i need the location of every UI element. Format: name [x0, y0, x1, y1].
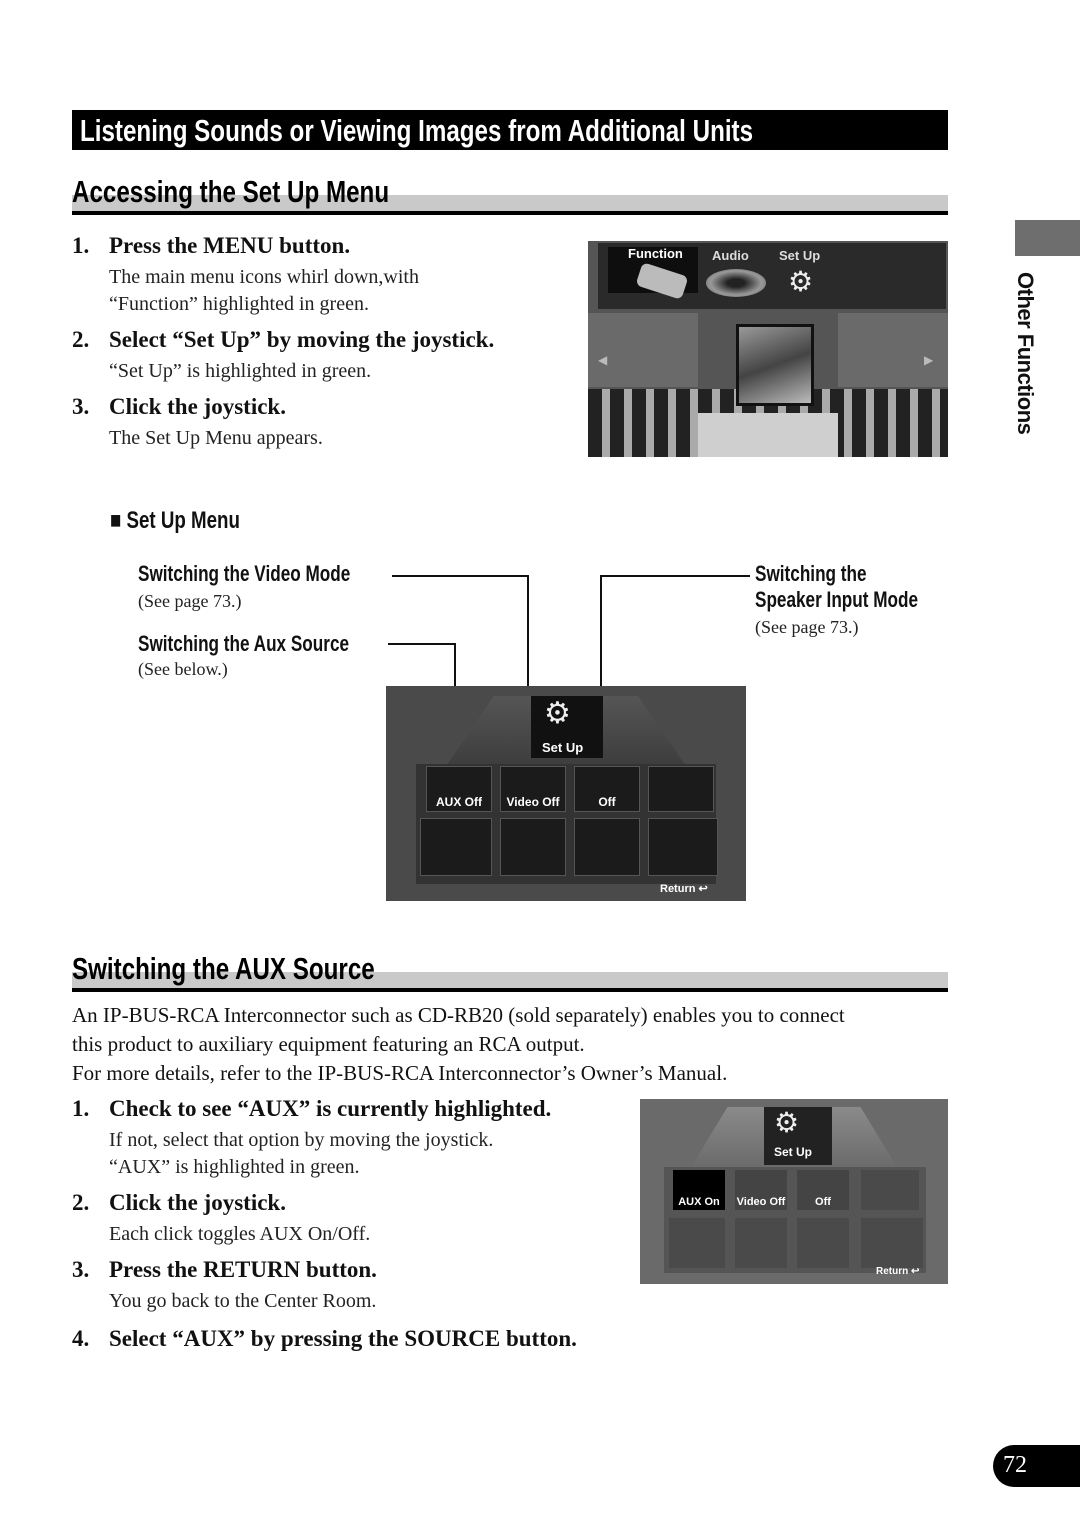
speaker-icon	[706, 269, 766, 297]
step-heading: 2. Click the joystick.	[72, 1190, 286, 1215]
subsection-heading: ■ Set Up Menu	[110, 507, 240, 534]
leader-line	[388, 643, 456, 645]
left-wall	[588, 313, 698, 387]
callout-video-ref[interactable]: (See page 73.)	[138, 589, 241, 613]
step-heading: 1. Press the MENU button.	[72, 233, 351, 258]
callout-speaker-title-1: Switching the	[755, 561, 867, 586]
step-text: “Function” highlighted in green.	[109, 293, 369, 315]
return-arrow-icon: ↩	[908, 1266, 920, 1277]
tile-aux-highlighted[interactable]: AUX On	[672, 1169, 726, 1211]
tile-empty	[796, 1217, 850, 1269]
callout-speaker-title-2: Speaker Input Mode	[755, 587, 919, 612]
setup-title: Set Up	[542, 740, 584, 755]
main-menu-screenshot: Function Audio Set Up ⚙ ◀ ▶	[588, 241, 948, 457]
setup-title: Set Up	[774, 1145, 813, 1159]
callout-aux-title: Switching the Aux Source	[138, 631, 350, 656]
tile-empty	[734, 1217, 788, 1269]
floor-center	[698, 413, 838, 457]
tile-empty	[648, 766, 714, 812]
tile-empty	[668, 1217, 726, 1269]
intro-line: this product to auxiliary equipment feat…	[72, 1032, 585, 1056]
step-text: You go back to the Center Room.	[109, 1290, 377, 1312]
menu-item-audio: Audio	[712, 248, 749, 263]
right-wall	[838, 313, 948, 387]
tile-empty	[500, 818, 566, 876]
arrow-right-icon: ▶	[924, 353, 934, 367]
aux-on-screenshot: ⚙ Set Up AUX On Video Off Off Return ↩	[640, 1099, 948, 1284]
step-heading: 1. Check to see “AUX” is currently highli…	[72, 1096, 552, 1121]
step-text: Each click toggles AUX On/Off.	[109, 1223, 371, 1245]
tile-empty	[648, 818, 718, 876]
tile-aux[interactable]: AUX Off	[426, 766, 492, 812]
gear-icon: ⚙	[788, 267, 814, 298]
step-text: The main menu icons whirl down,with	[109, 266, 419, 288]
return-label[interactable]: Return ↩	[876, 1266, 919, 1277]
tile-empty	[860, 1169, 920, 1211]
step-text: The Set Up Menu appears.	[109, 427, 323, 449]
step-heading: 3. Press the RETURN button.	[72, 1257, 377, 1282]
intro-paragraph: An IP-BUS-RCA Interconnector such as CD-…	[72, 1001, 845, 1088]
steps-setup: 1. Press the MENU button. The main menu i…	[72, 232, 494, 452]
square-bullet-icon: ■	[110, 507, 127, 534]
tile-grid: AUX On Video Off Off	[664, 1167, 926, 1273]
chapter-title: Listening Sounds or Viewing Images from …	[80, 113, 754, 148]
tile-empty	[860, 1217, 924, 1269]
tile-video[interactable]: Video Off	[734, 1169, 788, 1211]
return-arrow-icon: ↩	[695, 883, 708, 895]
section-rule	[72, 988, 948, 992]
section-rule	[72, 211, 948, 215]
gear-icon: ⚙	[774, 1108, 800, 1139]
step-text: “Set Up” is highlighted in green.	[109, 360, 372, 382]
return-label[interactable]: Return ↩	[660, 882, 708, 895]
menu-item-function: Function	[628, 246, 683, 261]
tile-empty	[420, 818, 492, 876]
step-heading: 2. Select “Set Up” by moving the joystick…	[72, 327, 495, 352]
preview-frame	[736, 324, 814, 406]
setup-menu-screenshot: ⚙ Set Up AUX Off Video Off Off Return ↩	[386, 686, 746, 901]
callout-speaker-ref[interactable]: (See page 73.)	[755, 615, 858, 639]
tile-video[interactable]: Video Off	[500, 766, 566, 812]
steps-aux: 1. Check to see “AUX” is currently highli…	[72, 1095, 577, 1353]
leader-line	[600, 575, 750, 577]
step-heading: 3. Click the joystick.	[72, 394, 286, 419]
tile-grid: AUX Off Video Off Off	[416, 764, 718, 884]
side-tab-label: Other Functions	[1013, 272, 1038, 435]
callout-video-title: Switching the Video Mode	[138, 561, 351, 586]
gear-icon: ⚙	[544, 697, 571, 730]
arrow-left-icon: ◀	[598, 353, 608, 367]
tile-speaker[interactable]: Off	[796, 1169, 850, 1211]
intro-line: For more details, refer to the IP-BUS-RC…	[72, 1061, 728, 1085]
step-heading: 4. Select “AUX” by pressing the SOURCE bu…	[72, 1326, 577, 1351]
section-title-aux: Switching the AUX Source	[72, 951, 375, 986]
step-text: “AUX” is highlighted in green.	[109, 1156, 360, 1178]
leader-line	[392, 575, 529, 577]
section-title-setup: Accessing the Set Up Menu	[72, 174, 390, 209]
step-text: If not, select that option by moving the…	[109, 1129, 494, 1151]
menu-item-setup: Set Up	[779, 248, 821, 263]
side-tab-marker	[1015, 220, 1080, 256]
tile-speaker[interactable]: Off	[574, 766, 640, 812]
intro-line: An IP-BUS-RCA Interconnector such as CD-…	[72, 1003, 845, 1027]
page-number: 72	[1003, 1452, 1027, 1478]
tile-empty	[574, 818, 640, 876]
callout-aux-ref[interactable]: (See below.)	[138, 657, 228, 681]
